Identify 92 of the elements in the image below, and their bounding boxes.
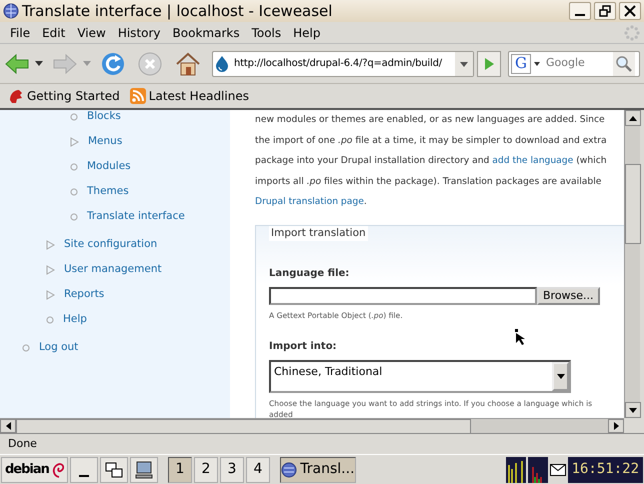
- bookmark-link[interactable]: Latest Headlines: [130, 87, 249, 105]
- collapsed-triangle-icon: [46, 290, 55, 300]
- network-graph-icon: [528, 456, 548, 482]
- collapsed-triangle-icon: [46, 264, 55, 274]
- bullet-icon: [22, 344, 30, 352]
- home-icon: [174, 50, 201, 76]
- text-link[interactable]: Drupal translation page: [255, 196, 364, 207]
- paragraph-text: .: [364, 196, 367, 207]
- paragraph-text: package into your Drupal installation directory and: [255, 155, 490, 166]
- clock-text: 16:51:22: [568, 456, 643, 482]
- restore-icon: [599, 5, 611, 17]
- restore-button[interactable]: [594, 2, 616, 20]
- menu-item[interactable]: Edit: [36, 24, 72, 42]
- text-link[interactable]: add the language: [492, 155, 574, 166]
- paragraph-line: the import of one .po file at a time, it may be simpler to download and extra: [255, 134, 607, 148]
- bullet-icon: [46, 316, 54, 324]
- windows-icon: [104, 462, 123, 478]
- sidebar-link[interactable]: Themes: [87, 184, 129, 200]
- reload-button[interactable]: [100, 50, 126, 76]
- reload-icon: [100, 50, 126, 76]
- menu-item[interactable]: Help: [287, 24, 326, 42]
- bullet-icon: [70, 212, 78, 220]
- collapsed-triangle-icon: [46, 240, 55, 250]
- language-select[interactable]: Chinese, Traditional: [269, 360, 571, 394]
- scrollbar-thumb[interactable]: [625, 164, 641, 244]
- sidebar-link[interactable]: Modules: [87, 158, 131, 174]
- workspace-button[interactable]: 1: [168, 456, 192, 482]
- paragraph-line: new modules or themes are enabled, or as new languages are added. Since: [255, 113, 605, 127]
- cpu-graph-icon: [506, 456, 526, 482]
- scroll-up-icon: [629, 116, 637, 120]
- scrollbar-thumb[interactable]: [16, 419, 471, 434]
- fieldset-legend: Import translation: [269, 226, 368, 242]
- sidebar-link[interactable]: Reports: [64, 286, 104, 302]
- paragraph-text: (which: [575, 155, 607, 166]
- field-label: Language file:: [269, 267, 350, 282]
- caret-icon[interactable]: [35, 60, 43, 66]
- sidebar-link[interactable]: Site configuration: [64, 236, 158, 252]
- mouse-pointer-icon: [515, 329, 525, 345]
- menu-item[interactable]: Tools: [246, 24, 288, 42]
- close-icon: [624, 5, 636, 17]
- sidebar-link[interactable]: Help: [63, 312, 87, 328]
- minimize-button[interactable]: [569, 2, 591, 20]
- bullet-icon: [70, 162, 78, 170]
- horizontal-scrollbar[interactable]: [0, 418, 624, 433]
- vertical-scrollbar[interactable]: [624, 110, 640, 418]
- minimize-icon: [78, 474, 89, 476]
- caret-icon[interactable]: [534, 62, 540, 66]
- globe-icon: [3, 3, 19, 19]
- sidebar-link[interactable]: Blocks: [87, 110, 121, 124]
- paragraph-line: imports all .po files within the package). Translation packages are available: [255, 174, 602, 188]
- workspace-button[interactable]: 2: [194, 456, 218, 482]
- menu-item[interactable]: History: [112, 24, 167, 42]
- close-button[interactable]: [619, 2, 641, 20]
- address-bar[interactable]: http://localhost/drupal-6.4/?q=admin/build/: [212, 50, 474, 76]
- scroll-left-icon: [6, 422, 10, 430]
- minimize-all-button[interactable]: [70, 456, 98, 482]
- scroll-right-icon: [614, 422, 618, 430]
- bookmark-link[interactable]: Getting Started: [8, 87, 120, 105]
- sidebar-link[interactable]: Translate interface: [87, 208, 185, 224]
- bullet-icon: [70, 112, 78, 120]
- bullet-icon: [70, 188, 78, 196]
- desktop-button[interactable]: [130, 456, 158, 482]
- dropdown-arrow-icon: [556, 374, 564, 380]
- sidebar-link[interactable]: Log out: [39, 340, 78, 356]
- window-title: Translate interface | localhost - Iceweasel: [22, 0, 332, 22]
- sidebar-link[interactable]: User management: [64, 262, 162, 278]
- sidebar-link[interactable]: Menus: [88, 134, 122, 150]
- home-button[interactable]: [174, 50, 201, 76]
- dropdown-icon[interactable]: [454, 52, 473, 76]
- mail-icon: [550, 464, 566, 476]
- windows-button[interactable]: [100, 456, 128, 482]
- workspace-button[interactable]: 3: [220, 456, 244, 482]
- search-engine-logo[interactable]: G: [510, 54, 531, 74]
- collapsed-triangle-icon: [70, 136, 79, 146]
- workspace-button[interactable]: 4: [246, 456, 270, 482]
- start-button[interactable]: debian: [1, 456, 68, 482]
- stop-icon: [137, 50, 164, 76]
- search-icon[interactable]: [612, 52, 635, 76]
- field-label: Import into:: [269, 340, 338, 354]
- globe-icon: [281, 462, 298, 478]
- throbber-icon: [624, 24, 640, 40]
- menu-item[interactable]: File: [4, 24, 36, 42]
- feed-icon: [130, 88, 146, 104]
- file-input-field[interactable]: [269, 287, 537, 306]
- search-field[interactable]: G Google: [508, 50, 640, 76]
- browse-button[interactable]: Browse...: [537, 287, 600, 306]
- minimize-icon: [575, 14, 585, 16]
- menu-item[interactable]: Bookmarks: [166, 24, 246, 42]
- scroll-down-icon: [629, 408, 637, 412]
- task-button[interactable]: Transl...: [280, 456, 356, 482]
- computer-icon: [134, 460, 153, 478]
- menu-item[interactable]: View: [71, 24, 112, 42]
